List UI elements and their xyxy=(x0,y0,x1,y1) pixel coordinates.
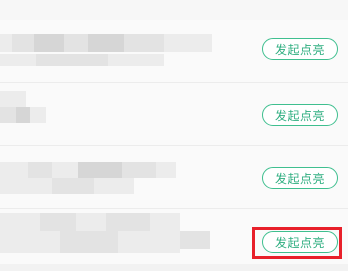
list-item[interactable]: 发起点亮 xyxy=(0,20,348,82)
top-strip xyxy=(0,0,348,22)
highlight-box xyxy=(252,227,342,259)
blurred-content xyxy=(0,209,240,271)
list-item[interactable]: 发起点亮 xyxy=(0,83,348,145)
light-up-button[interactable]: 发起点亮 xyxy=(262,38,338,60)
light-up-button[interactable]: 发起点亮 xyxy=(262,104,338,126)
blurred-content xyxy=(0,20,240,82)
list-item[interactable]: 发起点亮 xyxy=(0,146,348,208)
light-up-button[interactable]: 发起点亮 xyxy=(262,167,338,189)
blurred-content xyxy=(0,146,240,208)
blurred-content xyxy=(0,83,240,145)
